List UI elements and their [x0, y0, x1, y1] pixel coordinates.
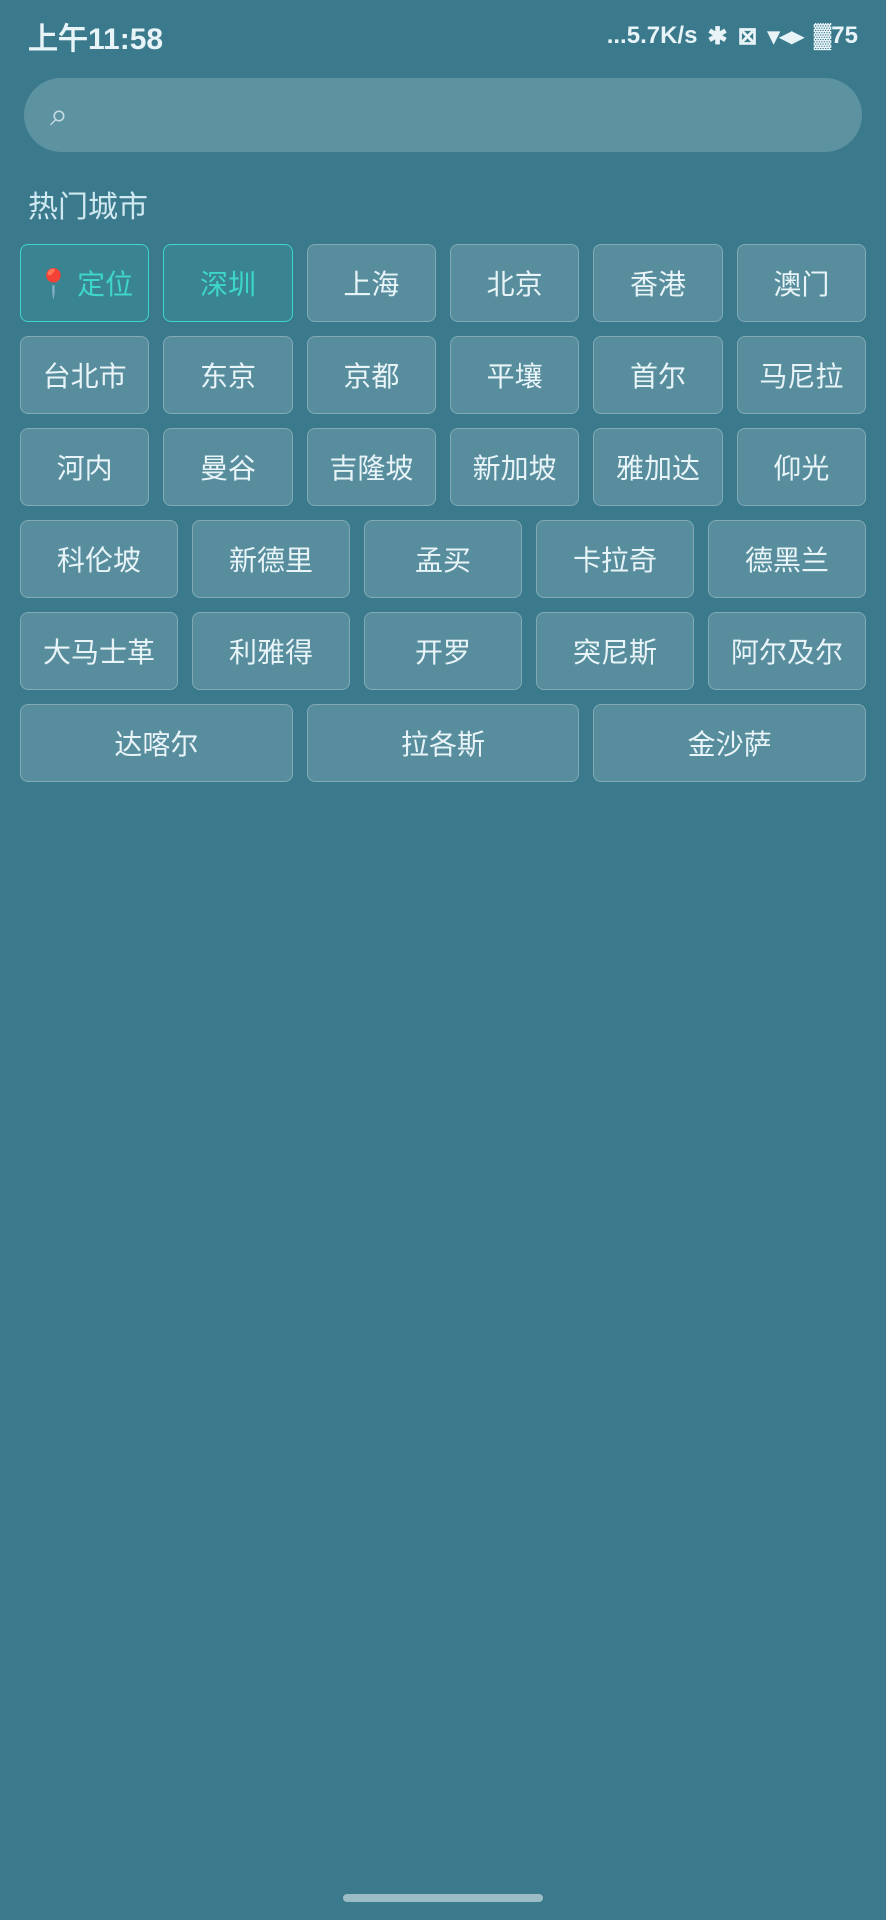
search-icon: ⌕ [50, 96, 68, 134]
city-btn-tokyo[interactable]: 东京 [163, 336, 292, 414]
city-grid-row5: 大马士革 利雅得 开罗 突尼斯 阿尔及尔 [0, 598, 886, 690]
city-btn-tunis[interactable]: 突尼斯 [536, 612, 694, 690]
city-btn-colombo[interactable]: 科伦坡 [20, 520, 178, 598]
city-grid-row3: 河内 曼谷 吉隆坡 新加坡 雅加达 仰光 [0, 428, 886, 506]
city-btn-damascus[interactable]: 大马士革 [20, 612, 178, 690]
battery-icon: ▓75 [814, 22, 858, 50]
status-right: ...5.7K/s ✱ ⊠ ▾◂▸ ▓75 [607, 22, 858, 51]
wifi-icon: ▾◂▸ [768, 22, 804, 51]
city-grid-row6: 达喀尔 拉各斯 金沙萨 [0, 704, 886, 782]
city-btn-macao[interactable]: 澳门 [737, 244, 866, 322]
city-btn-manila[interactable]: 马尼拉 [737, 336, 866, 414]
search-container: ⌕ [0, 68, 886, 172]
bluetooth-icon: ✱ [707, 22, 727, 51]
city-btn-seoul[interactable]: 首尔 [593, 336, 722, 414]
city-btn-location[interactable]: 📍 定位 [20, 244, 149, 322]
status-bar: 上午11:58 ...5.7K/s ✱ ⊠ ▾◂▸ ▓75 [0, 0, 886, 68]
status-time: 上午11:58 [28, 14, 163, 58]
city-btn-hongkong[interactable]: 香港 [593, 244, 722, 322]
city-btn-kualalumpur[interactable]: 吉隆坡 [307, 428, 436, 506]
city-btn-shanghai[interactable]: 上海 [307, 244, 436, 322]
city-btn-shenzhen[interactable]: 深圳 [163, 244, 292, 322]
section-title: 热门城市 [0, 172, 886, 244]
city-btn-pyongyang[interactable]: 平壤 [450, 336, 579, 414]
network-speed: ...5.7K/s [607, 22, 698, 50]
location-icon: 📍 [36, 267, 71, 300]
search-bar[interactable]: ⌕ [24, 78, 862, 152]
city-btn-lagos[interactable]: 拉各斯 [307, 704, 580, 782]
home-indicator [343, 1894, 543, 1902]
city-btn-newdelhi[interactable]: 新德里 [192, 520, 350, 598]
city-btn-riyadh[interactable]: 利雅得 [192, 612, 350, 690]
city-btn-cairo[interactable]: 开罗 [364, 612, 522, 690]
city-btn-kyoto[interactable]: 京都 [307, 336, 436, 414]
city-grid-row2: 台北市 东京 京都 平壤 首尔 马尼拉 [0, 336, 886, 414]
city-btn-mumbai[interactable]: 孟买 [364, 520, 522, 598]
sim-icon: ⊠ [738, 22, 758, 51]
city-btn-beijing[interactable]: 北京 [450, 244, 579, 322]
city-btn-bangkok[interactable]: 曼谷 [163, 428, 292, 506]
city-btn-algiers[interactable]: 阿尔及尔 [708, 612, 866, 690]
city-grid-row4: 科伦坡 新德里 孟买 卡拉奇 德黑兰 [0, 506, 886, 598]
city-btn-taipei[interactable]: 台北市 [20, 336, 149, 414]
city-btn-singapore[interactable]: 新加坡 [450, 428, 579, 506]
city-btn-kinshasa[interactable]: 金沙萨 [593, 704, 866, 782]
search-input[interactable] [84, 98, 836, 132]
city-grid-row1: 📍 定位 深圳 上海 北京 香港 澳门 [0, 244, 886, 322]
city-btn-jakarta[interactable]: 雅加达 [593, 428, 722, 506]
city-btn-hanoi[interactable]: 河内 [20, 428, 149, 506]
city-btn-dakar[interactable]: 达喀尔 [20, 704, 293, 782]
city-btn-karachi[interactable]: 卡拉奇 [536, 520, 694, 598]
city-btn-yangon[interactable]: 仰光 [737, 428, 866, 506]
city-btn-tehran[interactable]: 德黑兰 [708, 520, 866, 598]
